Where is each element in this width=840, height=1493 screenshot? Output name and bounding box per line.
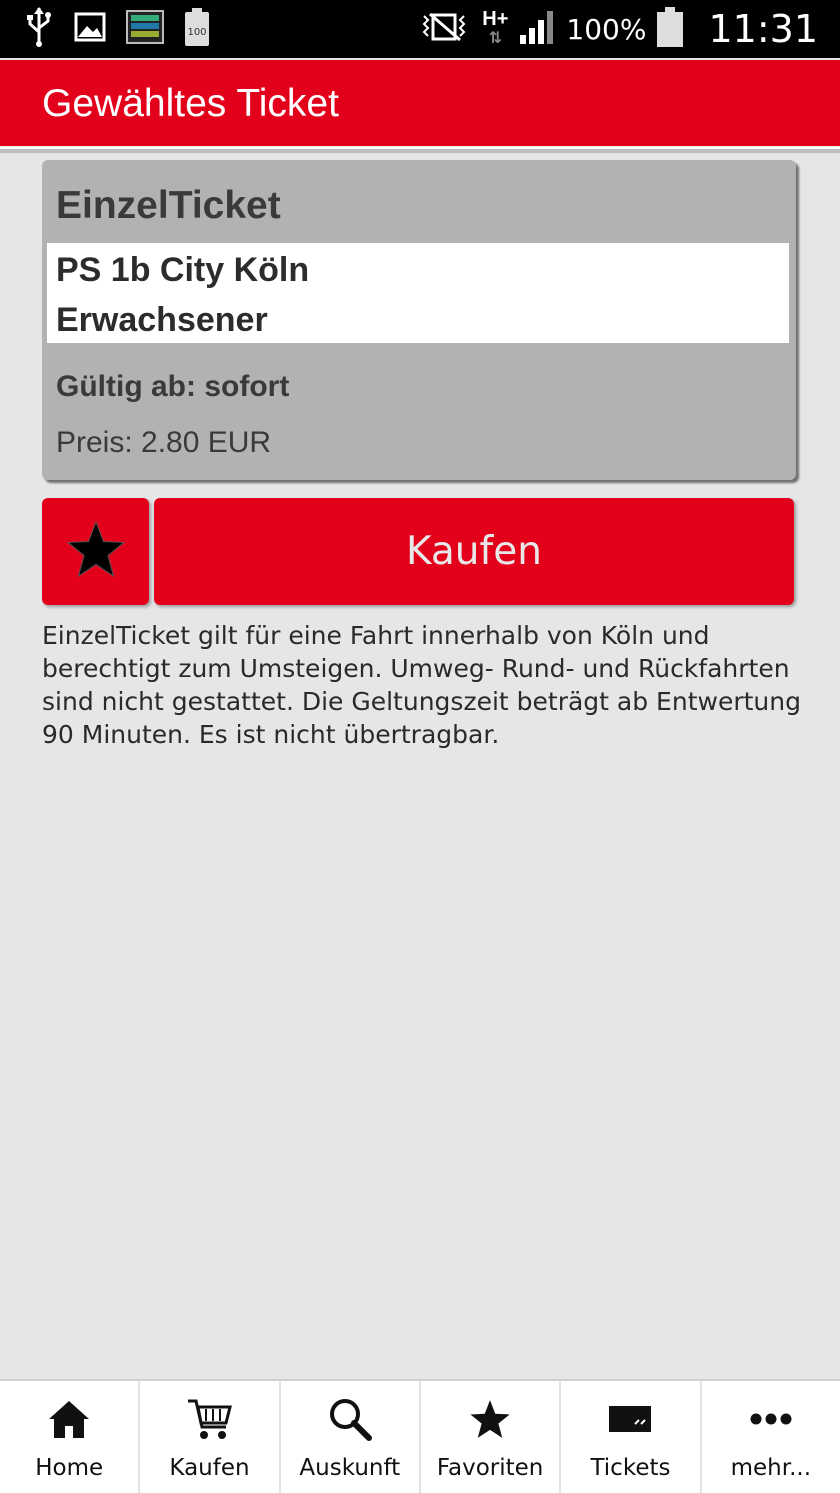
- add-favorite-button[interactable]: [42, 498, 149, 605]
- star-icon: [65, 519, 127, 584]
- ticket-price: Preis: 2.80 EUR: [56, 426, 272, 459]
- buy-button[interactable]: Kaufen: [154, 498, 794, 605]
- status-bar-notifications: 100: [24, 6, 210, 53]
- battery-percent: 100%: [566, 12, 647, 46]
- status-bar: 100 H+ ⇅ 100% 11:31: [0, 0, 840, 58]
- signal-icon: [518, 9, 556, 50]
- ticket-passenger: Erwachsener: [56, 301, 268, 339]
- mute-icon: [418, 10, 472, 49]
- nav-label-mehr: mehr...: [730, 1455, 812, 1481]
- nav-label-auskunft: Auskunft: [299, 1455, 401, 1481]
- title-bar: Gewähltes Ticket: [0, 60, 840, 146]
- ticket-card: EinzelTicket PS 1b City Köln Erwachsener…: [42, 160, 796, 480]
- nav-item-favoriten[interactable]: Favoriten: [420, 1381, 562, 1493]
- nav-item-auskunft[interactable]: Auskunft: [280, 1381, 421, 1493]
- battery-notification-icon: 100: [184, 7, 210, 52]
- nav-item-home[interactable]: Home: [0, 1381, 141, 1493]
- network-type: H+ ⇅: [482, 8, 509, 47]
- title-divider: [0, 147, 840, 153]
- svg-text:100: 100: [187, 27, 206, 38]
- nav-item-mehr[interactable]: mehr...: [701, 1381, 840, 1493]
- home-icon: [45, 1395, 93, 1443]
- more-icon: [747, 1395, 795, 1443]
- nav-label-kaufen: Kaufen: [169, 1455, 250, 1481]
- image-icon: [74, 11, 106, 48]
- page-title: Gewähltes Ticket: [42, 82, 339, 125]
- ticket-description: EinzelTicket gilt für eine Fahrt innerha…: [42, 621, 801, 749]
- nav-label-home: Home: [35, 1455, 104, 1481]
- nav-item-tickets[interactable]: Tickets: [561, 1381, 702, 1493]
- ticket-details-box: PS 1b City Köln Erwachsener: [47, 243, 789, 343]
- ticket-icon: [606, 1395, 654, 1443]
- cart-icon: [185, 1395, 233, 1443]
- nav-item-kaufen[interactable]: Kaufen: [140, 1381, 281, 1493]
- app-notification-icon: [126, 9, 164, 49]
- battery-icon: [656, 6, 684, 53]
- nav-label-tickets: Tickets: [590, 1455, 671, 1481]
- clock: 11:31: [708, 7, 818, 51]
- ticket-valid-from: Gültig ab: sofort: [56, 370, 290, 403]
- star-icon: [466, 1395, 514, 1443]
- nav-label-favoriten: Favoriten: [436, 1455, 544, 1481]
- search-icon: [326, 1395, 374, 1443]
- bottom-navigation: Home Kaufen Auskunft Favoriten Tickets m…: [0, 1379, 840, 1493]
- usb-icon: [24, 6, 54, 53]
- status-bar-system: H+ ⇅ 100% 11:31: [418, 0, 818, 58]
- ticket-type: EinzelTicket: [56, 184, 281, 227]
- ticket-route: PS 1b City Köln: [56, 251, 310, 289]
